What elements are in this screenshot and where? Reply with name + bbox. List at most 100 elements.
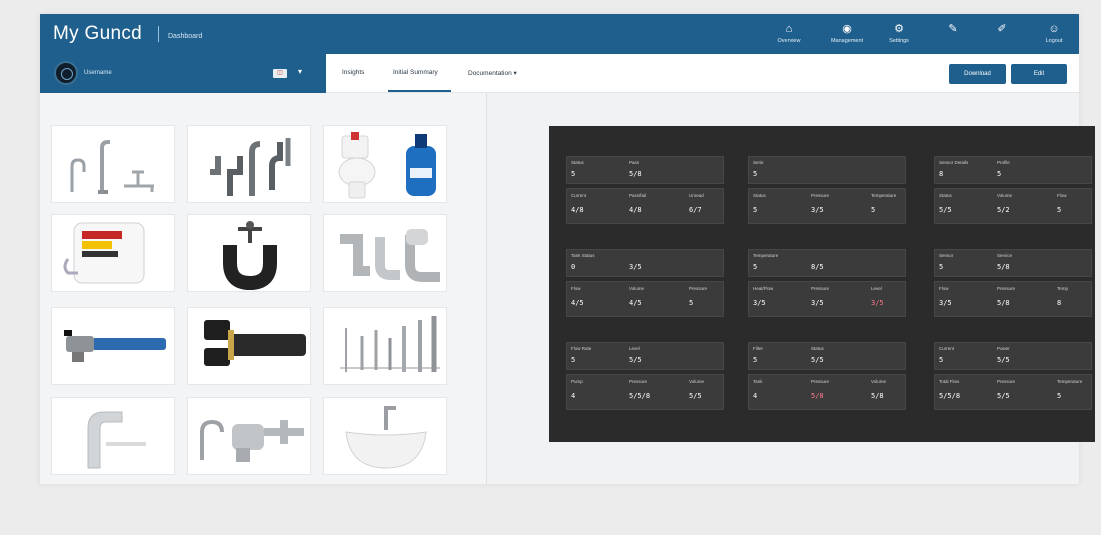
stat-card-body[interactable]: Pump Pressure Volume 4 5/5/8 5/5 [566,374,724,410]
nav-label: Logout [1045,38,1063,44]
stat-label: Flow [939,286,949,291]
stat-value: 5/2 [997,206,1010,214]
stat-card-body[interactable]: Flow Pressure Temp 3/5 5/8 8 [934,281,1092,317]
stats-panel: Status Pass 5 5/8 Current Pass/fail Unread 4/8 4… [487,93,1095,484]
stat-value: 5 [753,170,758,178]
faucet-tile[interactable] [51,125,175,203]
stat-value: 3/5 [939,299,952,307]
elbow-pipes-tile[interactable] [323,214,447,292]
download-button[interactable]: Download [949,64,1006,84]
home-icon: ⌂ [785,23,793,35]
toilet-cleaner-tile[interactable] [323,125,447,203]
user-panel[interactable]: Username ◫ ▾ [40,54,326,93]
stat-label: Volume [871,379,887,384]
sink-tile[interactable] [323,397,447,475]
flag-icon[interactable]: ◫ [273,69,287,78]
stat-value: 4/8 [629,206,642,214]
title-divider [158,26,159,42]
rods-tile[interactable] [323,307,447,385]
stat-card-header[interactable]: Filter Status 5 5/5 [748,342,906,370]
sink-icon [345,406,427,469]
tab-insights[interactable]: Insights [342,69,364,76]
pipe-fittings-tile[interactable] [187,125,311,203]
stat-card-header[interactable]: Current Power 5 5/5 [934,342,1092,370]
water-heater-tile[interactable] [51,214,175,292]
chevron-down-icon[interactable]: ▾ [298,67,302,76]
stat-label: Flow [1057,193,1067,198]
stat-card-body[interactable]: Total Flow Pressure Temperature 5/5/8 5/5 5 [934,374,1092,410]
stat-value: 5/5 [629,356,642,364]
stat-label: Pressure [997,286,1016,291]
avatar[interactable] [54,61,78,85]
tab-initial-summary[interactable]: Initial Summary [393,69,438,76]
stat-label: Status [753,193,766,198]
stat-card-header[interactable]: Flow Rate Level 5 5/5 [566,342,724,370]
stat-label: Filter [753,346,763,351]
stat-label: Sensor Details [939,160,969,165]
stat-card-body[interactable]: Heat/Flow Pressure Level 3/5 3/5 3/5 [748,281,906,317]
stat-value: 3/5 [753,299,766,307]
stat-card-body[interactable]: Status Pressure Temperature 5 3/5 5 [748,188,906,224]
stat-label: Tank Status [571,253,595,258]
edit-button[interactable]: Edit [1011,64,1067,84]
stat-value: 4/5 [629,299,642,307]
stat-card-header[interactable]: Temperature 5 8/5 [748,249,906,277]
stat-label: Unread [689,193,704,198]
water-heater-icon [63,222,145,284]
stat-value: 5/5/8 [939,392,961,400]
stat-label: Pump [571,379,583,384]
stat-label: Total Flow [939,379,960,384]
stat-card-header[interactable]: Serie 5 [748,156,906,184]
stat-label: Status [811,346,824,351]
stat-card-body[interactable]: Current Pass/fail Unread 4/8 4/8 6/7 [566,188,724,224]
nav-tool[interactable]: ✐ [979,23,1025,49]
stat-label: Status [939,193,952,198]
stat-card-header[interactable]: Sensor Details Profile 8 5 [934,156,1092,184]
p-trap-tile[interactable] [187,214,311,292]
stat-card-body[interactable]: Flow Volume Pressure 4/5 4/5 5 [566,281,724,317]
nav-label: Management [830,38,864,44]
stat-label: Volume [629,286,645,291]
cart-icon: ◉ [842,23,852,35]
nav-management[interactable]: ◉ Management [824,23,870,49]
stat-card-header[interactable]: Sensor Service 5 5/8 [934,249,1092,277]
stat-value: 3/5 [629,263,642,271]
stat-label: Level [629,346,640,351]
stat-card-header[interactable]: Status Pass 5 5/8 [566,156,724,184]
black-pipe-tile[interactable] [187,307,311,385]
stat-label: Tank [753,379,763,384]
stat-card-header[interactable]: Tank Status 0 3/5 [566,249,724,277]
basin-faucet-icon [87,411,146,469]
stat-value: 5 [689,299,694,307]
stat-label: Volume [689,379,705,384]
user-icon: ☺ [1048,23,1060,35]
nav-overview[interactable]: ⌂ Overview [766,23,812,49]
stat-card-body[interactable]: Tank Pressure Volume 4 5/8 5/8 [748,374,906,410]
nav-logout[interactable]: ☺ Logout [1031,23,1077,49]
user-name: Username [84,70,112,76]
blue-hose-tile[interactable] [51,307,175,385]
elbow-pipes-icon [340,229,440,282]
valve-tile[interactable] [187,397,311,475]
tab-documentation[interactable]: Documentation ▾ [468,69,517,77]
stat-label: Flow Rate [571,346,592,351]
stat-label: Status [571,160,584,165]
valve-icon [200,419,304,462]
nav-wrench[interactable]: ✎ [930,23,976,49]
stat-value: 5 [571,356,576,364]
stat-label: Flow [571,286,581,291]
basin-faucet-tile[interactable] [51,397,175,475]
stat-label: Temperature [1057,379,1083,384]
stat-label: Current [571,193,587,198]
stat-value: 4 [753,392,758,400]
stat-label: Volume [997,193,1013,198]
stat-label: Pressure [997,379,1016,384]
active-tab-indicator [388,90,451,92]
stat-value: 5/5 [997,392,1010,400]
stat-value: 5 [939,263,944,271]
stat-value: 0 [571,263,576,271]
tool-icon: ✐ [997,23,1007,35]
stat-value: 5 [753,356,758,364]
nav-settings[interactable]: ⚙ Settings [876,23,922,49]
stat-card-body[interactable]: Status Volume Flow 5/5 5/2 5 [934,188,1092,224]
